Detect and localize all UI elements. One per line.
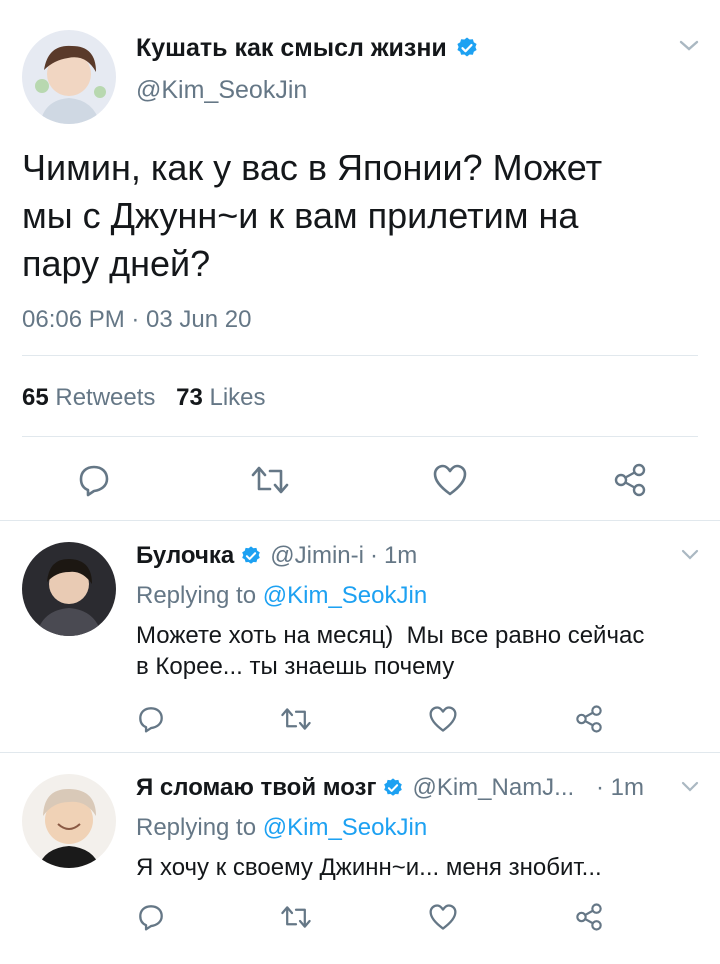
replying-to-label: Replying to bbox=[136, 582, 257, 609]
likes-label: Likes bbox=[209, 384, 266, 411]
share-button[interactable] bbox=[570, 702, 608, 736]
separator-dot: · bbox=[596, 774, 604, 801]
share-icon bbox=[576, 705, 602, 733]
tweet-text-line: мы с Джунн~и к вам прилетим на bbox=[22, 195, 579, 236]
tweet-stats: 65 Retweets 73 Likes bbox=[22, 384, 266, 412]
tweet-text: Чимин, как у вас в Японии? Может мы с Дж… bbox=[22, 144, 702, 288]
author-display-name[interactable]: Кушать как смысл жизни bbox=[136, 34, 447, 63]
author-handle[interactable]: @Kim_SeokJin bbox=[136, 76, 307, 105]
likes-stat[interactable]: 73 Likes bbox=[176, 384, 265, 411]
verified-icon bbox=[382, 777, 404, 799]
reply-text-line: Я хочу к своему Джинн~и... меня знобит..… bbox=[136, 854, 602, 881]
divider bbox=[0, 752, 720, 753]
like-icon bbox=[429, 706, 457, 732]
likes-count: 73 bbox=[176, 384, 203, 411]
replying-to-handle[interactable]: @Kim_SeokJin bbox=[263, 814, 427, 841]
reply-button[interactable] bbox=[132, 702, 170, 736]
author-display-name[interactable]: Булочка bbox=[136, 542, 234, 570]
reply-meta: · 1m bbox=[596, 774, 644, 802]
share-icon bbox=[576, 903, 602, 931]
share-button[interactable] bbox=[608, 458, 652, 502]
divider bbox=[22, 355, 698, 356]
replying-to: Replying to @Kim_SeokJin bbox=[136, 582, 427, 610]
tweet-text-line: Чимин, как у вас в Японии? Может bbox=[22, 147, 603, 188]
replying-to-label: Replying to bbox=[136, 814, 257, 841]
reply-icon bbox=[139, 905, 163, 931]
avatar[interactable] bbox=[22, 774, 116, 868]
tweet-timestamp[interactable]: 06:06 PM · 03 Jun 20 bbox=[22, 306, 251, 334]
avatar[interactable] bbox=[22, 30, 116, 124]
author-handle[interactable]: @Jimin-i bbox=[270, 542, 364, 570]
share-button[interactable] bbox=[570, 900, 608, 934]
reply-author[interactable]: Булочка @Jimin-i · 1m bbox=[136, 542, 417, 570]
like-icon bbox=[433, 464, 467, 496]
retweets-count: 65 bbox=[22, 384, 49, 411]
tweet-text-line: пару дней? bbox=[22, 243, 211, 284]
like-button[interactable] bbox=[424, 702, 462, 736]
verified-icon bbox=[455, 36, 479, 60]
reply-time: 1m bbox=[383, 542, 418, 569]
like-button[interactable] bbox=[424, 900, 462, 934]
like-button[interactable] bbox=[428, 458, 472, 502]
chevron-down-icon[interactable] bbox=[678, 38, 700, 54]
author-handle[interactable]: @Kim_NamJ... bbox=[412, 774, 574, 802]
reply-text: Я хочу к своему Джинн~и... меня знобит..… bbox=[136, 852, 706, 883]
retweet-button[interactable] bbox=[246, 458, 294, 502]
reply-text-line: в Корее... ты знаешь почему bbox=[136, 653, 455, 680]
reply-text: Можете хоть на месяц) Мы все равно сейча… bbox=[136, 620, 706, 682]
chevron-down-icon[interactable] bbox=[680, 780, 700, 794]
retweet-icon bbox=[251, 466, 289, 494]
retweets-label: Retweets bbox=[55, 384, 156, 411]
reply-author[interactable]: Я сломаю твой мозг @Kim_NamJ... bbox=[136, 774, 574, 802]
replying-to-handle[interactable]: @Kim_SeokJin bbox=[263, 582, 427, 609]
separator-dot: · bbox=[369, 542, 378, 569]
retweets-stat[interactable]: 65 Retweets bbox=[22, 384, 162, 411]
retweet-icon bbox=[281, 906, 311, 928]
reply-icon bbox=[79, 465, 109, 497]
reply-button[interactable] bbox=[132, 900, 170, 934]
avatar[interactable] bbox=[22, 542, 116, 636]
replying-to: Replying to @Kim_SeokJin bbox=[136, 814, 427, 842]
main-tweet-author[interactable]: Кушать как смысл жизни bbox=[136, 33, 479, 63]
retweet-button[interactable] bbox=[276, 702, 316, 736]
reply-time: 1m bbox=[610, 774, 645, 801]
reply-button[interactable] bbox=[72, 458, 116, 502]
reply-icon bbox=[139, 707, 163, 733]
retweet-button[interactable] bbox=[276, 900, 316, 934]
divider bbox=[22, 436, 698, 437]
retweet-icon bbox=[281, 708, 311, 730]
verified-icon bbox=[240, 545, 262, 567]
reply-text-line: Можете хоть на месяц) Мы все равно сейча… bbox=[136, 622, 645, 649]
share-icon bbox=[614, 463, 646, 497]
chevron-down-icon[interactable] bbox=[680, 548, 700, 562]
like-icon bbox=[429, 904, 457, 930]
author-display-name[interactable]: Я сломаю твой мозг bbox=[136, 774, 376, 802]
divider bbox=[0, 520, 720, 521]
